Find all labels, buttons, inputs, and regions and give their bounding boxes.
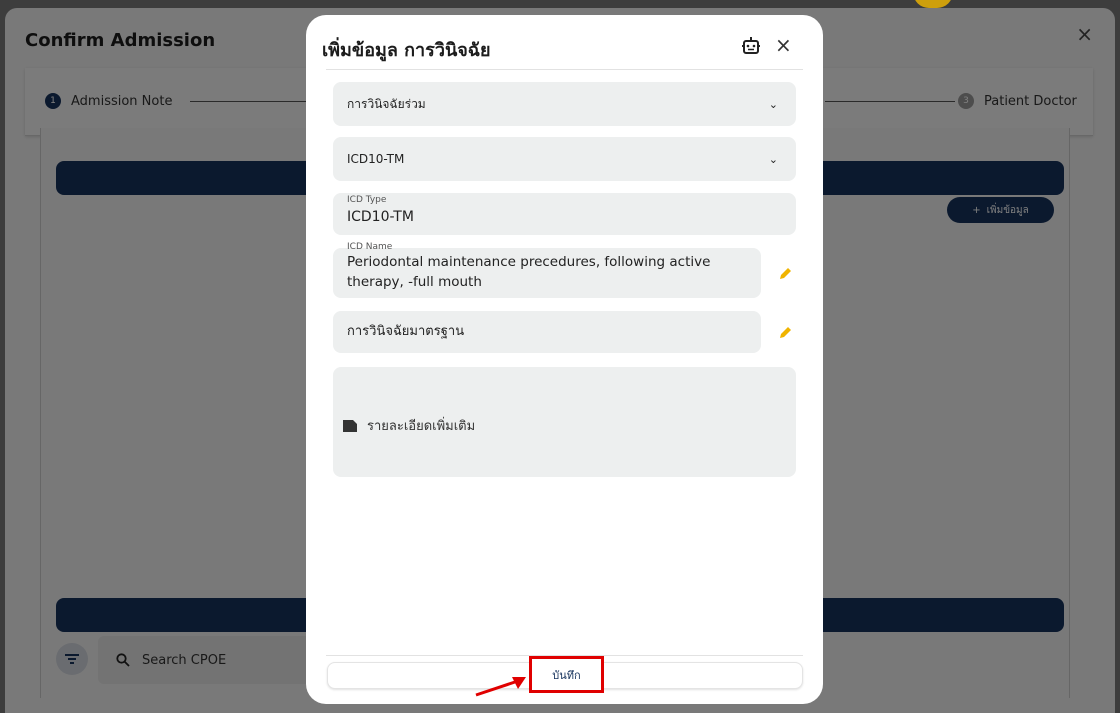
red-arrow-annotation (475, 677, 526, 697)
icd-type-value: ICD10-TM (347, 209, 414, 225)
add-diagnosis-dialog: เพิ่มข้อมูล การวินิจฉัย × การวินิจฉัยร่ว… (306, 15, 823, 704)
icd-type-label: ICD Type (347, 195, 387, 205)
details-textarea[interactable]: รายละเอียดเพิ่มเติม (333, 367, 796, 477)
diagnosis-type-select[interactable]: การวินิจฉัยร่วม ⌄ (333, 82, 796, 126)
chevron-down-icon: ⌄ (768, 97, 778, 111)
dialog-title: เพิ่มข้อมูล การวินิจฉัย (322, 40, 491, 61)
code-system-value: ICD10-TM (347, 152, 405, 166)
standard-diagnosis-field[interactable]: การวินิจฉัยมาตรฐาน (333, 311, 761, 353)
chevron-down-icon: ⌄ (768, 152, 778, 166)
diagnosis-type-value: การวินิจฉัยร่วม (347, 96, 426, 111)
save-button[interactable]: บันทึก (529, 656, 604, 693)
note-icon (343, 419, 357, 432)
edit-pencil-icon[interactable] (779, 326, 792, 339)
details-placeholder: รายละเอียดเพิ่มเติม (367, 419, 476, 434)
standard-diagnosis-placeholder: การวินิจฉัยมาตรฐาน (347, 324, 465, 339)
robot-icon[interactable] (740, 35, 762, 57)
code-system-select[interactable]: ICD10-TM ⌄ (333, 137, 796, 181)
icd-name-label: ICD Name (347, 242, 393, 252)
divider (326, 69, 803, 70)
details-placeholder-row: รายละเอียดเพิ่มเติม (343, 415, 475, 436)
icd-name-value: Periodontal maintenance precedures, foll… (347, 254, 711, 290)
close-icon[interactable]: × (775, 33, 792, 57)
icd-type-field[interactable]: ICD Type ICD10-TM (333, 193, 796, 235)
edit-pencil-icon[interactable] (779, 267, 792, 280)
icd-name-field[interactable]: ICD Name Periodontal maintenance precedu… (333, 242, 761, 298)
